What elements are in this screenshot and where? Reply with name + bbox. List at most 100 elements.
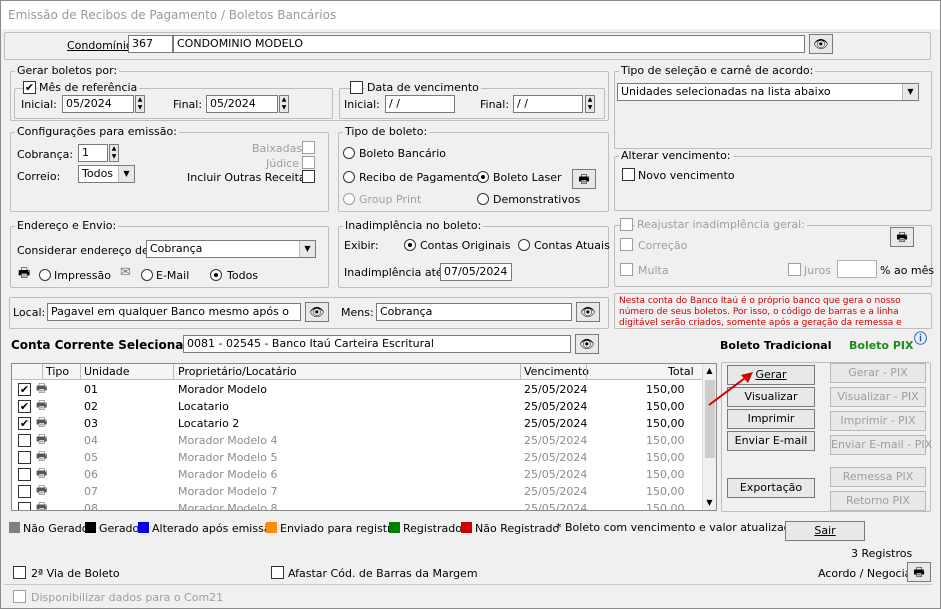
mes-inicial-spin[interactable]: ▲ ▼: [135, 95, 145, 113]
conta-label: Conta Corrente Selecionada:: [11, 338, 205, 352]
data-venc-checkbox[interactable]: [350, 81, 363, 94]
row-checkbox[interactable]: ✔: [18, 417, 31, 430]
table-row[interactable]: ✔ 🖶 02 Locatario 25/05/2024 150,00: [12, 398, 704, 415]
legend-note: * Boleto com vencimento e valor atualiza…: [556, 521, 807, 534]
afastar-checkbox[interactable]: [271, 566, 284, 579]
header-vencimento[interactable]: Vencimento: [524, 365, 589, 379]
reajustar-config-button[interactable]: 🖶: [890, 227, 914, 247]
recibo-radio[interactable]: [343, 171, 355, 183]
info-icon[interactable]: ⓘ: [914, 333, 927, 346]
local-input[interactable]: Pagavel em qualquer Banco mesmo após o: [47, 303, 301, 321]
segunda-via-checkbox[interactable]: [13, 566, 26, 579]
row-checkbox[interactable]: ✔: [18, 383, 31, 396]
impressao-radio[interactable]: [39, 269, 51, 281]
enviar-email-button[interactable]: Enviar E-mail: [727, 431, 815, 451]
row-checkbox[interactable]: [18, 434, 31, 447]
table-row[interactable]: 🖶 05 Morador Modelo 5 25/05/2024 150,00: [12, 449, 704, 466]
search-local-button[interactable]: 👁: [305, 302, 329, 322]
row-unidade: 07: [84, 485, 98, 498]
header-tipo[interactable]: Tipo: [46, 365, 69, 379]
conta-input[interactable]: 0081 - 02545 - Banco Itaú Carteira Escri…: [183, 335, 571, 353]
row-checkbox[interactable]: [18, 502, 31, 510]
imprimir-button[interactable]: Imprimir: [727, 409, 815, 429]
legend-swatch: [85, 522, 96, 533]
novo-venc-checkbox[interactable]: [622, 168, 635, 181]
cobranca-spin[interactable]: ▲ ▼: [109, 144, 119, 162]
todos-label: Todos: [227, 269, 259, 282]
alterar-venc-group: [614, 156, 932, 211]
originais-radio[interactable]: [404, 239, 416, 251]
baixadas-checkbox[interactable]: [302, 141, 315, 154]
mens-label: Mens:: [341, 306, 374, 319]
demonstrativos-radio[interactable]: [477, 193, 489, 205]
disponibilizar-checkbox[interactable]: [13, 590, 26, 603]
search-mens-button[interactable]: 👁: [576, 302, 600, 322]
enviar-pix-button[interactable]: Enviar E-mail - PIX: [830, 435, 932, 455]
venc-final-spin[interactable]: ▲ ▼: [585, 95, 595, 113]
condominio-name-input[interactable]: CONDOMINIO MODELO: [173, 35, 805, 53]
table-row[interactable]: ✔ 🖶 01 Morador Modelo 25/05/2024 150,00: [12, 381, 704, 398]
boleto-config-button[interactable]: 🖶: [572, 169, 596, 189]
exportacao-button[interactable]: Exportação: [727, 478, 815, 498]
enviar-email-button-label: Enviar E-mail: [734, 434, 808, 447]
venc-inicial-input[interactable]: / /: [385, 95, 455, 113]
atuais-radio[interactable]: [518, 239, 530, 251]
email-radio[interactable]: [141, 269, 153, 281]
incluir-checkbox[interactable]: [302, 170, 315, 183]
group-print-radio[interactable]: [343, 193, 355, 205]
row-checkbox[interactable]: [18, 485, 31, 498]
todos-radio[interactable]: [210, 269, 222, 281]
imprimir-button-label: Imprimir: [747, 412, 795, 425]
remessa-pix-label: Remessa PIX: [842, 470, 914, 483]
venc-final-input[interactable]: / /: [513, 95, 583, 113]
row-unidade: 02: [84, 400, 98, 413]
juros-checkbox[interactable]: [788, 263, 801, 276]
row-checkbox[interactable]: [18, 468, 31, 481]
originais-label: Contas Originais: [420, 239, 511, 252]
gerar-group-title: Gerar boletos por:: [15, 64, 120, 77]
imprimir-pix-button[interactable]: Imprimir - PIX: [830, 411, 926, 431]
row-checkbox[interactable]: [18, 451, 31, 464]
mes-inicial-input[interactable]: 05/2024: [62, 95, 134, 113]
mens-input[interactable]: Cobrança: [376, 303, 572, 321]
correio-select[interactable]: Todos ▼: [78, 165, 135, 183]
mes-final-spin[interactable]: ▲ ▼: [279, 95, 289, 113]
header-proprietario[interactable]: Proprietário/Locatário: [178, 365, 297, 379]
row-unidade: 04: [84, 434, 98, 447]
condominio-code-input[interactable]: 367: [128, 35, 173, 53]
row-checkbox[interactable]: ✔: [18, 400, 31, 413]
visualizar-pix-button[interactable]: Visualizar - PIX: [830, 387, 926, 407]
cobranca-input[interactable]: 1: [78, 144, 108, 162]
reajustar-checkbox[interactable]: [620, 218, 633, 231]
ate-input[interactable]: 07/05/2024: [440, 263, 512, 281]
printer-icon: 🖶: [36, 483, 48, 497]
considerar-select[interactable]: Cobrança ▼: [146, 240, 316, 258]
retorno-pix-button[interactable]: Retorno PIX: [830, 491, 926, 511]
laser-radio[interactable]: [477, 171, 489, 183]
multa-checkbox[interactable]: [620, 263, 633, 276]
header-unidade[interactable]: Unidade: [84, 365, 130, 379]
mes-final-input[interactable]: 05/2024: [206, 95, 278, 113]
table-row[interactable]: ✔ 🖶 03 Locatario 2 25/05/2024 150,00: [12, 415, 704, 432]
tipo-selecao-select[interactable]: Unidades selecionadas na lista abaixo ▼: [617, 83, 919, 101]
gerar-pix-button[interactable]: Gerar - PIX: [830, 363, 926, 383]
search-condominio-button[interactable]: 👁: [809, 34, 833, 54]
table-row[interactable]: 🖶 08 Morador Modelo 8 25/05/2024 150,00: [12, 500, 704, 510]
juros-input[interactable]: [837, 260, 877, 278]
bancario-radio[interactable]: [343, 147, 355, 159]
sair-button[interactable]: Sair: [785, 521, 865, 541]
table-row[interactable]: 🖶 06 Morador Modelo 6 25/05/2024 150,00: [12, 466, 704, 483]
row-nome: Morador Modelo: [178, 383, 267, 396]
row-vencimento: 25/05/2024: [524, 485, 588, 498]
header-total[interactable]: Total: [668, 365, 694, 379]
mes-final-label: Final:: [173, 98, 203, 111]
table-row[interactable]: 🖶 07 Morador Modelo 7 25/05/2024 150,00: [12, 483, 704, 500]
remessa-pix-button[interactable]: Remessa PIX: [830, 467, 926, 487]
mes-ref-checkbox[interactable]: ✔: [23, 81, 36, 94]
acordo-button[interactable]: 🖶: [907, 562, 931, 582]
multa-label: Multa: [638, 264, 669, 277]
correcao-checkbox[interactable]: [620, 238, 633, 251]
table-row[interactable]: 🖶 04 Morador Modelo 4 25/05/2024 150,00: [12, 432, 704, 449]
judice-checkbox[interactable]: [302, 156, 315, 169]
search-conta-button[interactable]: 👁: [575, 334, 599, 354]
